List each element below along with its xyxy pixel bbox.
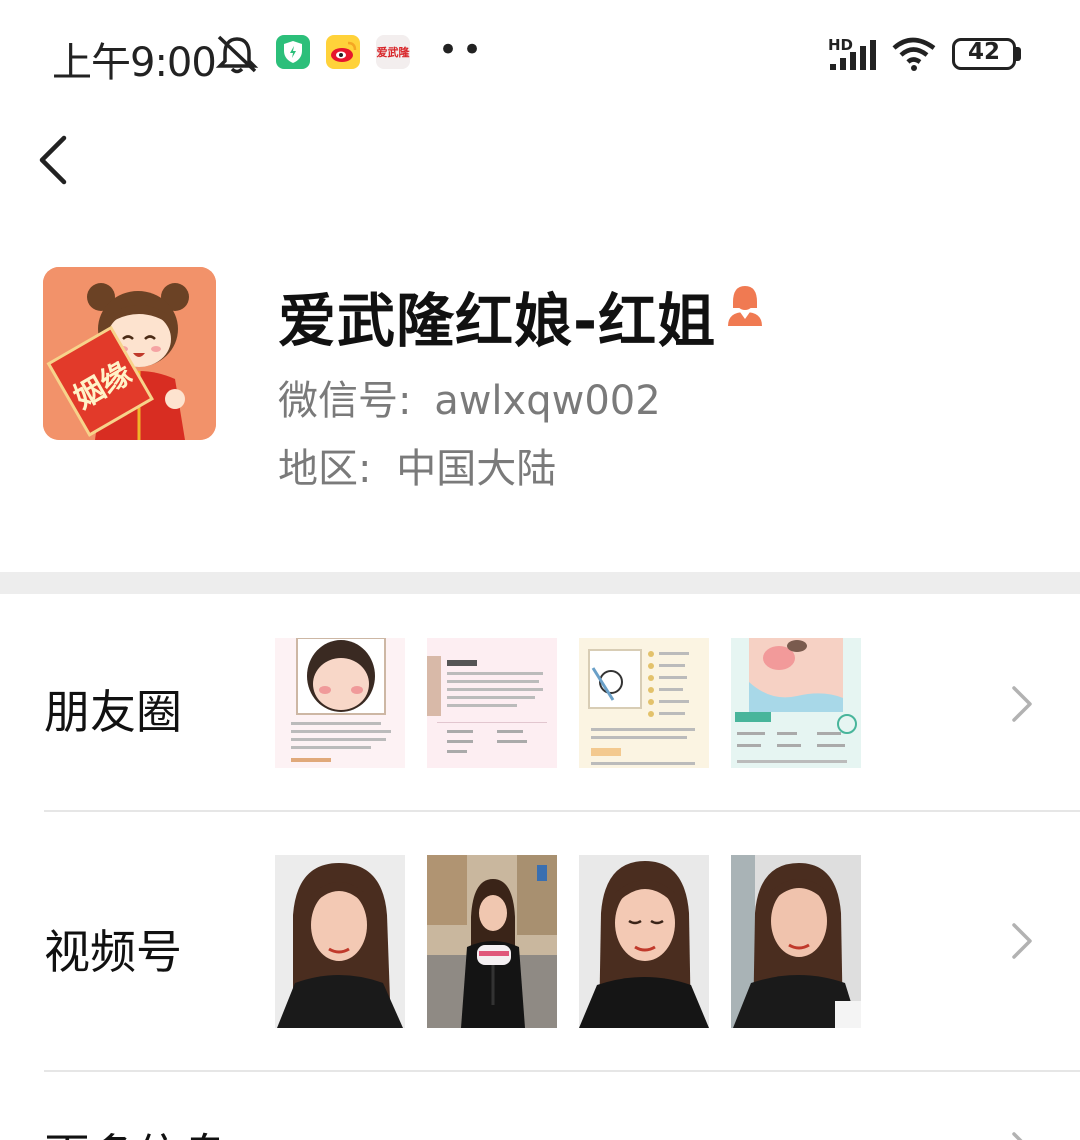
contact-name: 爱武隆红娘-红姐 (278, 287, 717, 355)
moments-label: 朋友圈 (44, 685, 182, 739)
section-divider (0, 572, 1080, 594)
female-contact-icon (728, 286, 762, 326)
video-cover-image (275, 855, 405, 1028)
video-thumbnail[interactable] (275, 855, 405, 1028)
back-button[interactable] (28, 130, 84, 190)
more-info-chevron-right-icon (1012, 1132, 1023, 1140)
video-cover-image (427, 855, 557, 1028)
aiwulong-app-icon: 爱武隆 (376, 35, 410, 69)
moments-post-image (275, 638, 405, 768)
moments-chevron-right-icon (1012, 686, 1032, 722)
back-arrow-icon (39, 135, 67, 185)
moments-post-image (427, 638, 557, 768)
more-notifications-indicator: •• (438, 30, 487, 70)
cellular-signal-icon (830, 40, 876, 70)
matchmaker-cartoon-avatar: 姻缘 (43, 267, 216, 440)
moments-row[interactable]: 朋友圈 (0, 596, 1080, 812)
moments-thumbnail[interactable] (731, 638, 861, 768)
status-time: 上午9:00 (52, 40, 217, 86)
more-info-row[interactable]: 更多信息 (0, 1072, 1080, 1140)
moments-thumbnail[interactable] (579, 638, 709, 768)
region-value: 中国大陆 (396, 446, 557, 492)
region: 地区: 中国大陆 (278, 436, 556, 494)
channels-label: 视频号 (44, 925, 182, 979)
status-bar: 上午9:00 爱武隆 •• HD 42 (0, 0, 1080, 105)
channels-chevron-right-icon (1012, 923, 1032, 959)
video-thumbnail[interactable] (579, 855, 709, 1028)
moments-post-image (579, 638, 709, 768)
video-cover-image (731, 855, 861, 1028)
moments-thumbnail[interactable] (427, 638, 557, 768)
avatar[interactable]: 姻缘 (43, 267, 216, 440)
battery-tip (1016, 47, 1021, 61)
aiwulong-app-label: 爱武隆 (376, 46, 410, 59)
wechat-id-value: awlxqw002 (434, 378, 661, 424)
wechat-id-label: 微信号: (278, 378, 412, 424)
video-thumbnail[interactable] (427, 855, 557, 1028)
wifi-icon (892, 37, 936, 71)
more-info-label: 更多信息 (44, 1120, 228, 1140)
wechat-id: 微信号: awlxqw002 (278, 368, 661, 426)
moments-post-image (731, 638, 861, 768)
video-thumbnail[interactable] (731, 855, 861, 1028)
battery-level: 42 (967, 39, 1000, 65)
channels-row[interactable]: 视频号 (0, 812, 1080, 1072)
video-cover-image (579, 855, 709, 1028)
region-label: 地区: (278, 446, 372, 492)
shield-app-icon (276, 35, 310, 69)
silent-bell-icon (215, 35, 259, 74)
weibo-app-icon (326, 35, 360, 69)
moments-thumbnail[interactable] (275, 638, 405, 768)
